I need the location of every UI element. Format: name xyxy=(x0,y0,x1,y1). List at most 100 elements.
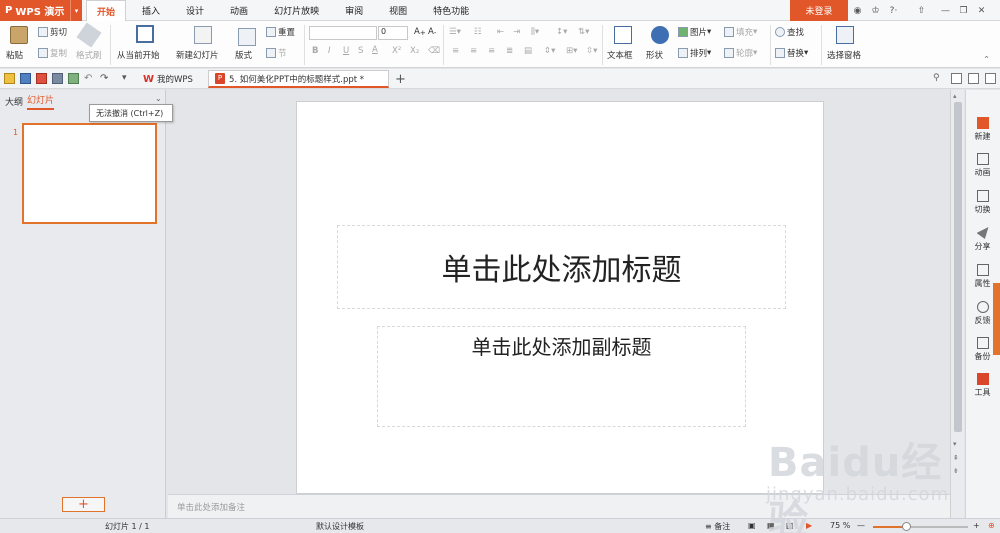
align-center-button[interactable]: ≡ xyxy=(470,46,477,56)
font-size-select[interactable]: 0 xyxy=(378,26,408,40)
text-direction-button[interactable]: ⇅▾ xyxy=(578,27,589,37)
cut-button[interactable]: 剪切 xyxy=(38,26,67,38)
tab-animation[interactable]: 动画 xyxy=(220,0,258,21)
normal-view-icon[interactable]: ▣ xyxy=(748,521,756,530)
chevron-down-icon[interactable]: ▾ xyxy=(70,0,82,21)
help-icon[interactable]: ?· xyxy=(886,0,901,21)
open-icon[interactable] xyxy=(4,73,15,84)
pane-tools[interactable]: 工具 xyxy=(966,373,999,398)
subscript-button[interactable]: X₂ xyxy=(410,46,419,56)
scroll-up-icon[interactable]: ▴ xyxy=(953,92,957,100)
tab-outline[interactable]: 大纲 xyxy=(5,95,23,108)
tab-slides[interactable]: 幻灯片 xyxy=(27,93,55,110)
superscript-button[interactable]: X² xyxy=(392,46,401,56)
sorter-view-icon[interactable]: ▦ xyxy=(767,521,775,530)
clear-format-icon[interactable]: ⌫ xyxy=(428,46,440,56)
replace-button[interactable]: 替换 ▾ xyxy=(775,47,808,59)
next-slide-icon[interactable]: ⇟ xyxy=(953,467,959,475)
zoom-slider-thumb[interactable] xyxy=(902,522,911,531)
slide-thumbnail[interactable] xyxy=(22,123,157,224)
collapse-ribbon-icon[interactable]: ⌃ xyxy=(983,55,990,65)
find-button[interactable]: 查找 xyxy=(775,26,804,38)
prev-slide-icon[interactable]: ⇞ xyxy=(953,454,959,462)
vertical-scrollbar[interactable]: ▴ ▾ ⇞ ⇟ xyxy=(950,90,964,518)
numbering-button[interactable]: ☷ xyxy=(474,27,482,37)
collapse-panel-icon[interactable]: ⌄ xyxy=(155,94,162,103)
indent-right-button[interactable]: ⇥ xyxy=(513,27,520,37)
scroll-thumb[interactable] xyxy=(954,102,962,432)
add-slide-button[interactable]: + xyxy=(62,497,105,512)
zoom-out-button[interactable]: — xyxy=(857,521,865,530)
italic-button[interactable]: I xyxy=(328,46,331,56)
strikethrough-button[interactable]: S xyxy=(358,46,363,56)
notes-toggle[interactable]: ≡ 备注 xyxy=(705,521,730,532)
para-spacing-button[interactable]: ⇕▾ xyxy=(544,46,555,56)
minimize-icon[interactable]: — xyxy=(938,0,953,21)
tab-slideshow[interactable]: 幻灯片放映 xyxy=(264,0,329,21)
tab-special[interactable]: 特色功能 xyxy=(423,0,479,21)
picture-button[interactable]: 图片 ▾ xyxy=(678,26,711,38)
print-icon[interactable] xyxy=(52,73,63,84)
new-tab-button[interactable]: + xyxy=(389,70,412,88)
reset-button[interactable]: 重置 xyxy=(266,26,295,38)
fill-button[interactable]: 填充 ▾ xyxy=(724,26,757,38)
section-button[interactable]: 节 xyxy=(266,47,287,59)
outline-button[interactable]: 轮廓 ▾ xyxy=(724,47,757,59)
pin-icon[interactable]: ⚲ xyxy=(933,73,944,84)
redo-icon[interactable]: ↷ xyxy=(100,73,111,84)
close-icon[interactable]: ✕ xyxy=(974,0,989,21)
tab-view[interactable]: 视图 xyxy=(379,0,417,21)
tab-home[interactable]: 开始 xyxy=(86,0,127,22)
app-menu-button[interactable]: P WPS 演示 ▾ xyxy=(0,0,82,21)
arrange-button[interactable]: 排列 ▾ xyxy=(678,47,711,59)
font-color-button[interactable]: A xyxy=(372,45,378,55)
export-pdf-icon[interactable] xyxy=(36,73,47,84)
copy-button[interactable]: 复制 xyxy=(38,47,67,59)
tab-review[interactable]: 审阅 xyxy=(335,0,373,21)
bullets-button[interactable]: ☰▾ xyxy=(449,27,461,37)
pane-share[interactable]: 分享 xyxy=(966,227,999,252)
zoom-in-button[interactable]: + xyxy=(973,521,980,530)
scroll-down-icon[interactable]: ▾ xyxy=(953,440,957,448)
font-name-select[interactable] xyxy=(309,26,377,40)
print-preview-icon[interactable] xyxy=(68,73,79,84)
customize-icon[interactable]: ▾ xyxy=(122,73,133,84)
title-placeholder[interactable]: 单击此处添加标题 xyxy=(337,225,786,309)
shrink-font-button[interactable]: A- xyxy=(428,27,436,37)
align-text-button[interactable]: ⇳▾ xyxy=(586,46,597,56)
subtitle-placeholder[interactable]: 单击此处添加副标题 xyxy=(377,326,746,427)
doc3-icon[interactable] xyxy=(985,73,996,84)
align-right-button[interactable]: ≡ xyxy=(488,46,495,56)
restore-icon[interactable]: ❐ xyxy=(956,0,971,21)
justify-button[interactable]: ≣ xyxy=(506,46,513,56)
tab-insert[interactable]: 插入 xyxy=(132,0,170,21)
zoom-level[interactable]: 75 % xyxy=(830,521,850,530)
slideshow-view-icon[interactable]: ▶ xyxy=(806,521,812,530)
grow-font-button[interactable]: A + xyxy=(414,27,426,37)
distribute-button[interactable]: ▤ xyxy=(524,46,532,56)
skin-icon[interactable]: ◉ xyxy=(850,0,865,21)
tab-design[interactable]: 设计 xyxy=(176,0,214,21)
notes-area[interactable]: 单击此处添加备注 xyxy=(168,494,950,518)
pane-new[interactable]: 新建 xyxy=(966,117,999,142)
line-spacing-button[interactable]: ↕▾ xyxy=(556,27,567,37)
login-button[interactable]: 未登录 xyxy=(790,0,848,21)
smartart-button[interactable]: ⊞▾ xyxy=(566,46,577,56)
fit-window-icon[interactable]: ⊕ xyxy=(988,521,995,530)
doc-icon[interactable] xyxy=(951,73,962,84)
slide[interactable]: 单击此处添加标题 单击此处添加副标题 xyxy=(296,101,824,494)
indent-left-button[interactable]: ⇤ xyxy=(497,27,504,37)
shirt-icon[interactable]: ♔ xyxy=(868,0,883,21)
align-left-button[interactable]: ≡ xyxy=(452,46,459,56)
columns-button[interactable]: ⫼▾ xyxy=(531,27,539,37)
tab-my-wps[interactable]: W 我的WPS xyxy=(137,70,199,88)
pane-toggle-handle[interactable] xyxy=(993,283,1000,355)
underline-button[interactable]: U xyxy=(343,46,349,56)
reading-view-icon[interactable]: ▥ xyxy=(786,521,794,530)
undo-icon[interactable]: ↶ xyxy=(84,73,95,84)
pane-transition[interactable]: 切换 xyxy=(966,190,999,215)
tab-document[interactable]: P 5. 如何美化PPT中的标题样式.ppt * xyxy=(208,70,389,88)
bold-button[interactable]: B xyxy=(312,46,318,56)
pane-animation[interactable]: 动画 xyxy=(966,153,999,178)
save-icon[interactable] xyxy=(20,73,31,84)
